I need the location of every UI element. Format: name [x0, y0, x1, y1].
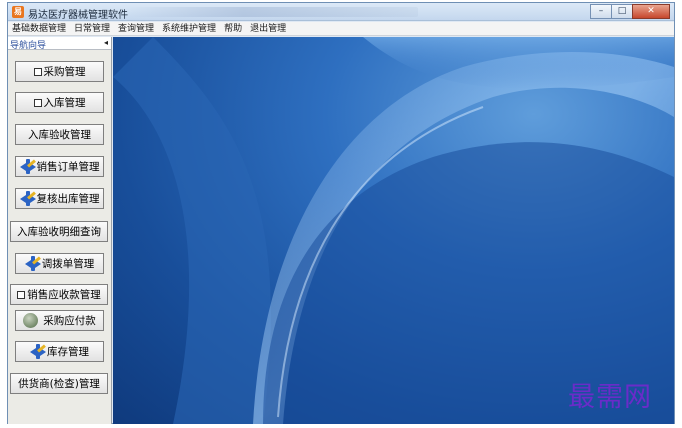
window-icon — [33, 98, 42, 107]
minimize-button[interactable]: – — [590, 4, 612, 19]
menu-query[interactable]: 查询管理 — [114, 22, 158, 35]
nav-stock-in-button[interactable]: 入库管理 — [15, 92, 104, 113]
app-window: 易 易达医疗器械管理软件 – □ ✕ 基础数据管理 日常管理 查询管理 系统维护… — [7, 2, 675, 424]
nav-supplier-button[interactable]: 供货商(检查)管理 — [10, 373, 108, 394]
nav-purchase-button[interactable]: 采购管理 — [15, 61, 104, 82]
nav-transfer-button[interactable]: 调拨单管理 — [15, 253, 104, 274]
nav-button-label: 调拨单管理 — [41, 258, 95, 270]
collapse-icon[interactable]: ◂ — [104, 38, 108, 47]
menu-exit[interactable]: 退出管理 — [246, 22, 290, 35]
nav-payable-button[interactable]: 采购应付款 — [15, 310, 104, 331]
transfer-arrows-icon — [19, 191, 36, 206]
nav-receivable-button[interactable]: 销售应收款管理 — [10, 284, 108, 305]
nav-button-label: 采购应付款 — [43, 315, 96, 327]
money-bag-icon — [23, 313, 39, 328]
app-icon: 易 — [12, 6, 24, 18]
window-title: 易达医疗器械管理软件 — [28, 10, 128, 21]
nav-stock-in-detail-button[interactable]: 入库验收明细查询 — [10, 221, 108, 242]
nav-button-label: 销售订单管理 — [36, 161, 100, 173]
nav-button-label: 复核出库管理 — [36, 193, 100, 205]
watermark-text: 最需网 — [568, 382, 652, 413]
nav-button-label: 入库管理 — [43, 97, 86, 109]
menu-daily[interactable]: 日常管理 — [70, 22, 114, 35]
nav-stock-in-check-button[interactable]: 入库验收管理 — [15, 124, 104, 145]
nav-button-label: 入库验收明细查询 — [17, 226, 101, 238]
desktop-wallpaper-swirl — [113, 37, 674, 424]
menu-system[interactable]: 系统维护管理 — [158, 22, 220, 35]
nav-button-label: 库存管理 — [47, 346, 89, 358]
menu-help[interactable]: 帮助 — [220, 22, 246, 35]
transfer-arrows-icon — [19, 159, 36, 174]
nav-button-label: 销售应收款管理 — [27, 289, 101, 301]
title-bar-blur — [128, 7, 418, 17]
nav-button-label: 入库验收管理 — [28, 129, 91, 141]
window-controls: – □ ✕ — [590, 4, 670, 19]
title-bar[interactable]: 易 易达医疗器械管理软件 – □ ✕ — [8, 3, 674, 21]
maximize-button[interactable]: □ — [611, 4, 633, 19]
nav-button-label: 供货商(检查)管理 — [18, 378, 100, 390]
nav-title: 导航向导 — [10, 41, 47, 51]
window-icon — [17, 290, 26, 299]
desktop-background — [113, 37, 674, 424]
menu-basic-data[interactable]: 基础数据管理 — [8, 22, 70, 35]
close-button[interactable]: ✕ — [632, 4, 670, 19]
nav-review-out-button[interactable]: 复核出库管理 — [15, 188, 104, 209]
menu-bar: 基础数据管理 日常管理 查询管理 系统维护管理 帮助 退出管理 — [8, 22, 674, 36]
navigation-panel: 导航向导 ◂ 采购管理 入库管理 入库验收管理 销售订单管理 复核出库管理 入库… — [8, 37, 112, 424]
nav-sales-order-button[interactable]: 销售订单管理 — [15, 156, 104, 177]
transfer-arrows-icon — [24, 256, 41, 271]
window-icon — [33, 67, 42, 76]
nav-inventory-button[interactable]: 库存管理 — [15, 341, 104, 362]
nav-header: 导航向导 ◂ — [8, 37, 111, 51]
transfer-arrows-icon — [30, 344, 46, 359]
nav-button-label: 采购管理 — [43, 66, 86, 78]
